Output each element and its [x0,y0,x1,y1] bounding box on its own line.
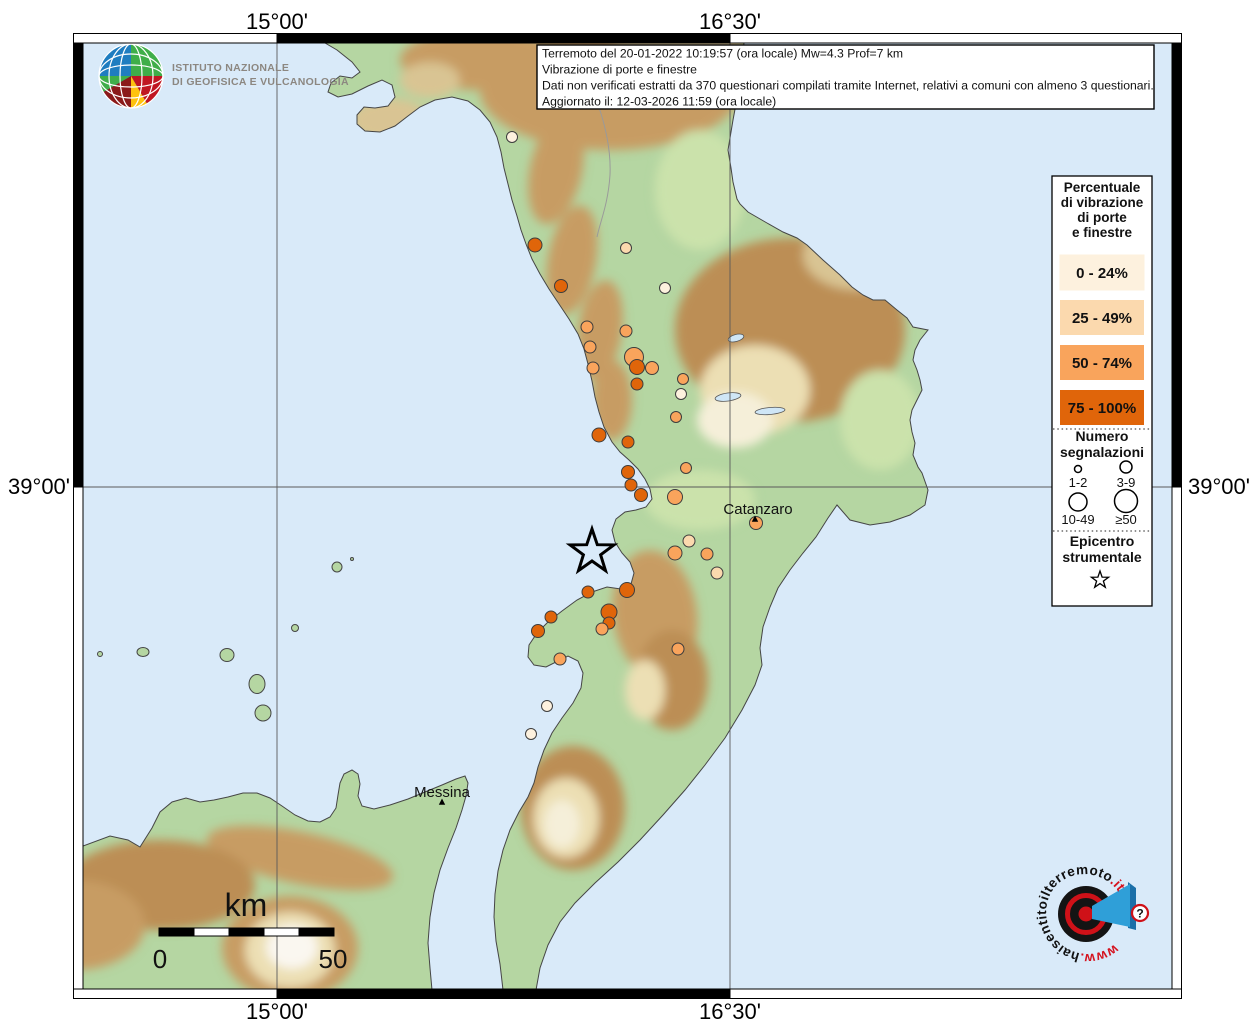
report-dot [671,642,685,656]
report-dot [525,728,537,740]
report-dot [630,377,644,391]
messina-label: Messina [414,784,471,801]
question-mark: ? [1136,907,1143,921]
swatch-0-24-label: 0 - 24% [1076,265,1128,282]
report-dot [541,700,553,712]
axis-left-lat-39: 39°00' [8,474,70,499]
report-dot [645,361,659,375]
map-page: Catanzaro Messina km 0 50 www.haisentito… [0,0,1254,1024]
report-dot [553,652,567,666]
count-circle-3-9 [1119,460,1133,474]
report-dot [595,622,609,636]
legend-class-50-74: 50 - 74% [1060,345,1144,380]
report-dot [591,427,607,443]
axis-bottom-lon-15: 15°00' [246,999,308,1024]
count-label-10-49: 10-49 [1061,512,1094,527]
legend-title-line2: di vibrazione [1061,195,1144,210]
report-dot [634,488,648,502]
axis-top-lon-16-30: 16°30' [699,9,761,34]
report-dot [680,462,692,474]
report-dot [619,324,633,338]
report-dot [621,435,635,449]
legend-class-75-100: 75 - 100% [1060,390,1144,425]
count-circle-50plus [1113,488,1139,514]
epicenter-title-line2: strumentale [1062,549,1142,565]
report-dot [621,465,635,479]
epicenter-title-line1: Epicentro [1070,533,1135,549]
axis-right-lat-39: 39°00' [1188,474,1250,499]
count-label-1-2: 1-2 [1069,475,1088,490]
ingv-name-line2: DI GEOFISICA E VULCANOLOGIA [172,76,349,88]
report-dot [580,320,594,334]
axis-top-lon-15: 15°00' [246,9,308,34]
report-dot [619,582,635,598]
legend: Percentuale di vibrazione di porte e fin… [1051,175,1153,607]
swatch-25-49-label: 25 - 49% [1072,310,1132,327]
report-dot [667,545,683,561]
report-dot [586,361,600,375]
report-dot [675,388,687,400]
report-dot [531,624,545,638]
count-circle-10-49 [1068,492,1088,512]
report-dot [506,131,518,143]
count-label-3-9: 3-9 [1117,475,1136,490]
scale-unit-label: km [225,887,268,923]
axis-bottom-lon-16-30: 16°30' [699,999,761,1024]
event-info-box: Terremoto del 20-01-2022 10:19:57 (ora l… [536,44,1155,110]
report-dot [710,566,724,580]
report-dot [677,373,689,385]
info-line-questionnaires: Dati non verificati estratti da 370 ques… [542,79,1154,93]
legend-title-line4: e finestre [1072,225,1133,240]
info-line-event: Terremoto del 20-01-2022 10:19:57 (ora l… [542,47,903,61]
report-dot [620,242,632,254]
count-label-50plus: ≥50 [1115,512,1137,527]
report-dot [682,534,696,548]
scale-end-label: 50 [319,944,348,974]
report-dot [544,610,558,624]
report-dot [624,478,638,492]
ingv-globe-icon [98,43,164,109]
report-dot [581,585,595,599]
report-dot [659,282,671,294]
felt-report-map: Catanzaro Messina km 0 50 www.haisentito… [0,0,1254,1024]
logo-target-core [1078,906,1094,922]
counts-title-line2: segnalazioni [1060,444,1144,460]
swatch-75-100-label: 75 - 100% [1068,400,1136,417]
catanzaro-label: Catanzaro [723,501,792,518]
report-dot [667,489,683,505]
report-dot [670,411,682,423]
info-line-effect: Vibrazione di porte e finestre [542,63,697,77]
legend-class-0-24: 0 - 24% [1059,254,1145,291]
report-dot [700,547,714,561]
map-canvas: Catanzaro Messina km 0 50 www.haisentito… [83,43,1172,989]
report-dot [554,279,568,293]
legend-class-25-49: 25 - 49% [1060,300,1144,335]
swatch-50-74-label: 50 - 74% [1072,355,1132,372]
scale-start-label: 0 [153,944,167,974]
report-dot [527,237,543,253]
legend-title-line3: di porte [1077,210,1127,225]
counts-title-line1: Numero [1076,428,1129,444]
ingv-name-line1: ISTITUTO NAZIONALE [172,62,289,74]
report-dot [629,359,645,375]
legend-title-line1: Percentuale [1064,180,1141,195]
count-circle-1-2 [1073,464,1083,474]
info-line-updated: Aggiornato il: 12-03-2026 11:59 (ora loc… [542,95,776,109]
report-dot [583,340,597,354]
